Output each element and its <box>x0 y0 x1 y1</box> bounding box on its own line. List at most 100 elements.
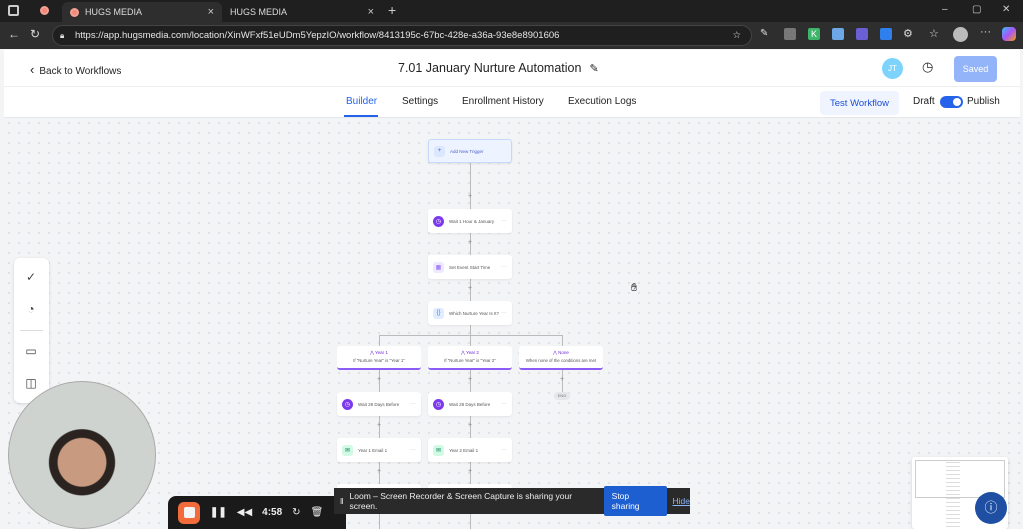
branch-title: Year 2 <box>466 350 479 355</box>
wait-step-node[interactable]: ◷ Wait 1 Hour & January ··· <box>428 209 512 233</box>
node-menu-icon[interactable]: ··· <box>501 447 507 453</box>
avatar[interactable]: JT <box>882 58 903 79</box>
camera-extension-icon[interactable] <box>784 28 796 40</box>
add-step-icon[interactable]: + <box>468 468 472 475</box>
restart-icon[interactable]: ↻ <box>292 507 300 518</box>
publish-toggle[interactable] <box>940 96 963 108</box>
branch-year-2[interactable]: ⋀ Year 2 If "Nurture Year" is "Year 2" <box>428 346 512 370</box>
help-chat-button[interactable]: ⓘ <box>975 492 1007 524</box>
tab-builder[interactable]: Builder <box>346 96 377 107</box>
close-icon[interactable]: × <box>368 6 374 18</box>
extensions-puzzle-icon[interactable]: ⚙ <box>903 27 913 40</box>
node-menu-icon[interactable]: ··· <box>501 401 507 407</box>
browser-tab[interactable]: HUGS MEDIA × <box>222 2 382 22</box>
recording-timer: 4:58 <box>262 507 283 518</box>
sharing-message: Loom – Screen Recorder & Screen Capture … <box>349 491 573 511</box>
add-step-icon[interactable]: + <box>468 193 472 200</box>
add-step-icon[interactable]: + <box>468 422 472 429</box>
tab-actions-icon[interactable] <box>8 5 19 16</box>
node-menu-icon[interactable]: ··· <box>410 447 416 453</box>
node-label: Wait 28 Days Before <box>358 401 400 407</box>
add-step-icon[interactable]: + <box>468 285 472 292</box>
workflow-canvas[interactable] <box>4 118 1020 529</box>
page-title: 7.01 January Nurture Automation ✎ <box>398 61 599 75</box>
workflow-title: 7.01 January Nurture Automation <box>398 61 582 75</box>
node-menu-icon[interactable]: ··· <box>501 310 507 316</box>
loom-webcam-bubble[interactable] <box>8 381 156 529</box>
email-step-node[interactable]: ✉ Year 2 Email 1 ··· <box>428 438 512 462</box>
node-menu-icon[interactable]: ··· <box>501 218 507 224</box>
close-window-button[interactable]: ✕ <box>1002 4 1010 15</box>
tab-settings[interactable]: Settings <box>402 96 438 107</box>
favorites-icon[interactable]: ☆ <box>929 27 939 40</box>
rewind-icon[interactable]: ◀◀ <box>237 507 252 518</box>
branch-condition: When none of the conditions are met <box>525 358 597 363</box>
add-step-icon[interactable]: + <box>377 468 381 475</box>
add-step-icon[interactable]: + <box>468 376 472 383</box>
wait-step-node[interactable]: ◷ Wait 28 Days Before ··· <box>428 392 512 416</box>
braces-icon: {} <box>433 307 444 319</box>
tab-execution-logs[interactable]: Execution Logs <box>568 96 636 107</box>
drag-handle-icon[interactable]: ‖ <box>340 496 344 506</box>
set-event-step-node[interactable]: ▦ Set Event Start Time ··· <box>428 255 512 279</box>
tab-enrollment-history[interactable]: Enrollment History <box>462 96 544 107</box>
draft-label: Draft <box>913 96 935 107</box>
add-step-icon[interactable]: + <box>468 239 472 246</box>
recording-tab-icon[interactable] <box>40 6 49 15</box>
stop-sharing-button[interactable]: Stop sharing <box>603 486 667 516</box>
back-to-workflows-link[interactable]: ‹ Back to Workflows <box>30 62 121 77</box>
sticky-note-icon[interactable]: ◫ <box>24 376 38 390</box>
email-icon: ✉ <box>342 444 353 456</box>
browser-tab[interactable]: HUGS MEDIA × <box>62 2 222 22</box>
history-icon[interactable]: ◷ <box>922 59 933 75</box>
branch-year-1[interactable]: ⋀ Year 1 If "Nurture Year" is "Year 1" <box>337 346 421 370</box>
add-step-icon[interactable]: + <box>377 376 381 383</box>
saved-button[interactable]: Saved <box>954 56 997 82</box>
node-menu-icon[interactable]: ··· <box>501 264 507 270</box>
add-step-icon[interactable]: + <box>377 422 381 429</box>
pause-icon[interactable]: ❚❚ <box>210 507 227 518</box>
new-tab-button[interactable]: + <box>388 2 396 18</box>
add-step-icon[interactable]: + <box>560 376 564 383</box>
refresh-icon[interactable]: ↻ <box>30 27 40 41</box>
test-workflow-button[interactable]: Test Workflow <box>820 91 899 115</box>
branch-title: Year 1 <box>375 350 388 355</box>
url-input[interactable]: 🔒︎ https://app.hugsmedia.com/location/Xin… <box>52 25 752 46</box>
check-circle-icon[interactable]: ✓ <box>24 270 38 284</box>
email-step-node[interactable]: ✉ Year 1 Email 1 ··· <box>337 438 421 462</box>
canvas-toolbar: ✓ ◔ ▭ ◫ <box>14 258 49 403</box>
comment-icon[interactable]: ▭ <box>24 344 38 358</box>
address-bar-row: ← ↻ 🔒︎ https://app.hugsmedia.com/location… <box>0 22 1023 49</box>
branch-title: None <box>558 350 569 355</box>
active-tab-underline <box>344 115 378 117</box>
favorite-star-icon[interactable]: ☆ <box>732 30 741 41</box>
extension-icon[interactable] <box>856 28 868 40</box>
stop-recording-button[interactable] <box>178 501 200 524</box>
minimize-button[interactable]: – <box>942 4 948 15</box>
wait-step-node[interactable]: ◷ Wait 28 Days Before ··· <box>337 392 421 416</box>
copilot-icon[interactable] <box>1002 27 1016 41</box>
eyedropper-icon[interactable]: ✎ <box>760 28 768 39</box>
calendar-icon: ▦ <box>433 261 444 273</box>
screen-sharing-bar: ‖ Loom – Screen Recorder & Screen Captur… <box>334 486 690 516</box>
publish-label: Publish <box>967 96 1000 107</box>
close-icon[interactable]: × <box>208 6 214 18</box>
hand-cursor-icon: ✋︎ <box>631 282 638 294</box>
pencil-edit-icon[interactable]: ✎ <box>589 63 598 75</box>
profile-avatar[interactable] <box>953 27 968 42</box>
condition-step-node[interactable]: {} Which Nurture Year Is It? ··· <box>428 301 512 325</box>
hide-link[interactable]: Hide <box>673 496 690 506</box>
pie-chart-icon[interactable]: ◔ <box>24 302 38 316</box>
more-menu-icon[interactable]: ··· <box>980 26 991 38</box>
back-icon[interactable]: ← <box>8 27 20 41</box>
node-menu-icon[interactable]: ··· <box>410 401 416 407</box>
maximize-button[interactable]: ▢ <box>972 4 981 15</box>
node-label: Wait 1 Hour & January <box>449 218 495 224</box>
branch-none[interactable]: ⋀ None When none of the conditions are me… <box>519 346 603 370</box>
delete-icon[interactable]: 🗑︎ <box>311 507 324 518</box>
docs-extension-icon[interactable] <box>832 28 844 40</box>
download-icon[interactable] <box>880 28 892 40</box>
url-text: https://app.hugsmedia.com/location/XinWF… <box>75 30 560 41</box>
k-extension-icon[interactable]: K <box>808 28 820 40</box>
add-trigger-node[interactable]: + Add New Trigger <box>428 139 512 163</box>
